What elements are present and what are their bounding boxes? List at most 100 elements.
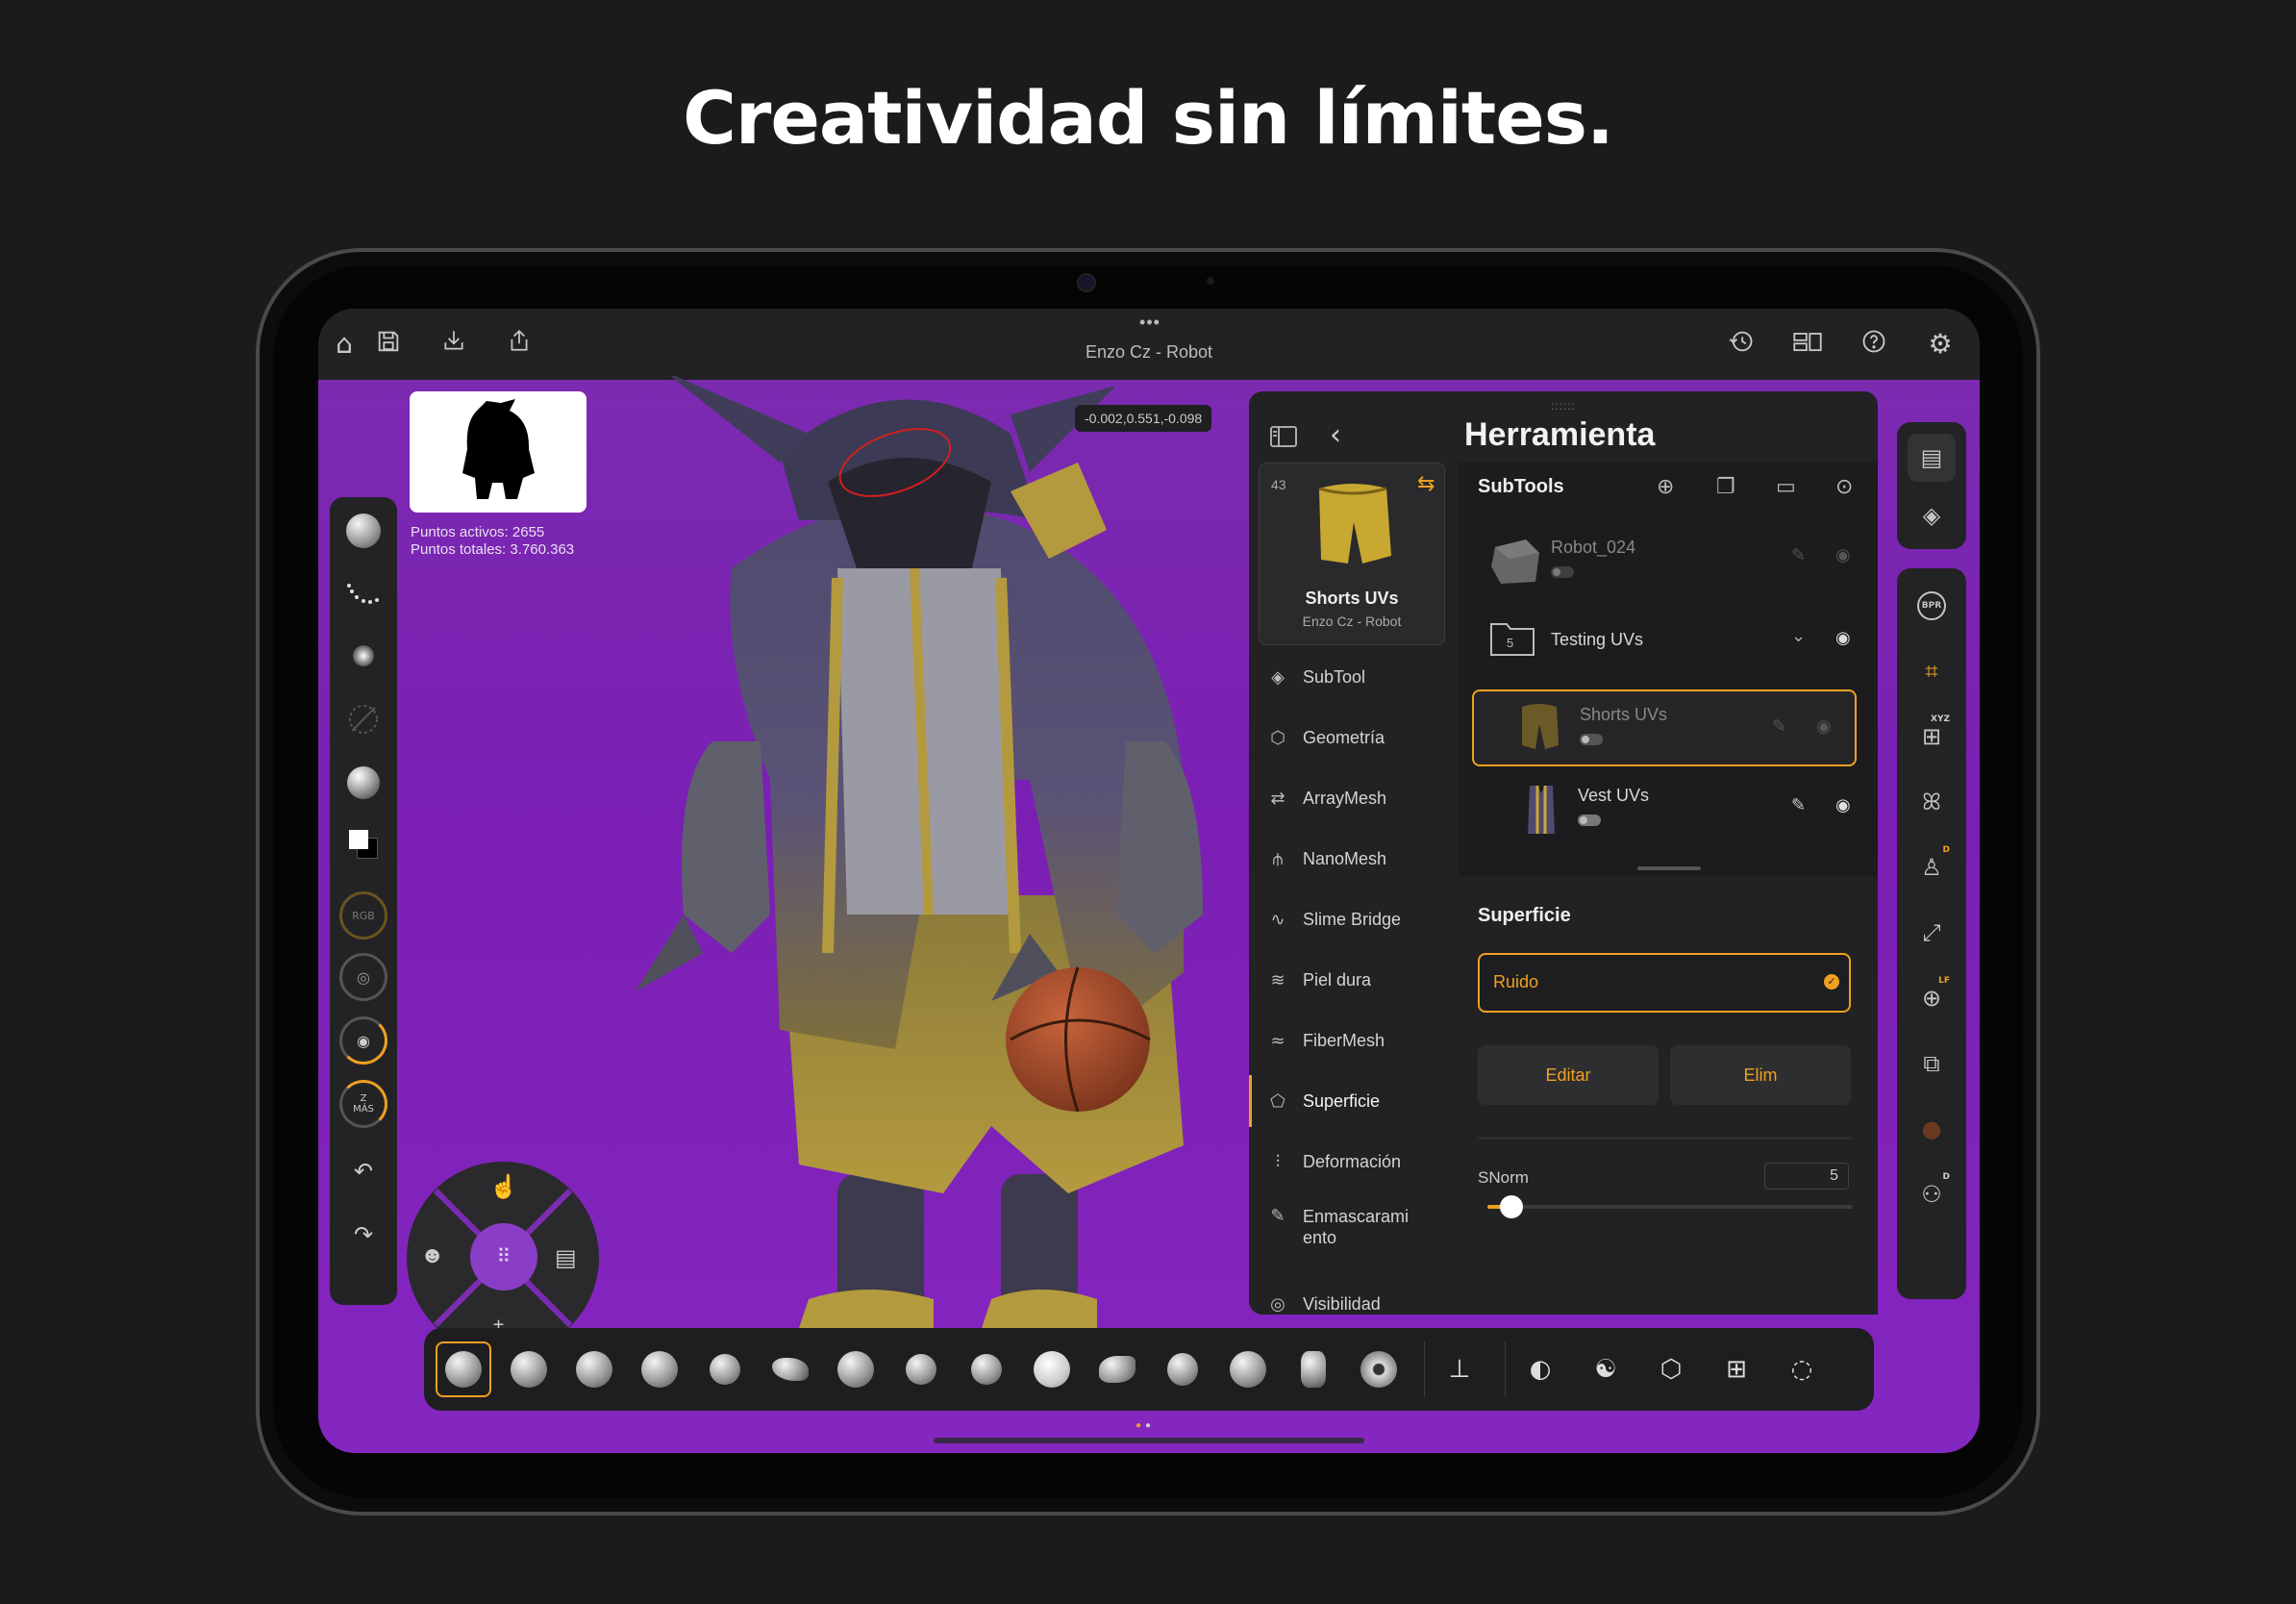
chevron-down-icon[interactable]: ⌄ [1791, 626, 1806, 646]
history-icon[interactable] [1725, 328, 1758, 361]
add-subtool-icon[interactable]: ⊕ [1657, 474, 1674, 499]
disabled-alpha-icon[interactable] [339, 695, 387, 743]
visibility-icon[interactable]: ◉ [1835, 795, 1851, 815]
subtool-folder-testing-uvs[interactable]: 5 Testing UVs ⌄ ◉ [1480, 607, 1862, 678]
nav-arraymesh[interactable]: ⇄ ArrayMesh [1249, 772, 1459, 824]
swap-icon[interactable]: ⇆ [1417, 471, 1435, 496]
delete-button[interactable]: Elim [1670, 1045, 1851, 1105]
folder-icon[interactable]: ▭ [1776, 474, 1796, 499]
front-sensor [1207, 277, 1214, 285]
slice-icon[interactable]: ⊞ [1709, 1341, 1764, 1397]
brush-hpolish[interactable] [1089, 1341, 1145, 1397]
home-indicator[interactable] [934, 1438, 1364, 1443]
nav-enmascaramiento[interactable]: ✎ Enmascarami ento [1249, 1196, 1459, 1264]
select-icon[interactable]: ☯ [1578, 1341, 1634, 1397]
cube-outline-icon[interactable]: ⬡ [1643, 1341, 1699, 1397]
subtool-toggle[interactable] [1580, 734, 1603, 745]
frame-expand-icon[interactable]: ⤢ [1908, 909, 1956, 957]
more-options-icon[interactable]: ⊙ [1835, 474, 1853, 499]
brush-trim-dynamic[interactable] [959, 1341, 1014, 1397]
edit-button[interactable]: Editar [1478, 1045, 1659, 1105]
layers-stack-icon[interactable]: ◈ [1908, 491, 1956, 539]
subtool-toggle[interactable] [1578, 815, 1601, 826]
clay-brush-icon[interactable] [339, 507, 387, 555]
color-swatch-icon[interactable] [339, 820, 387, 868]
nav-subtool[interactable]: ◈ SubTool [1249, 651, 1459, 703]
stroke-dots-icon[interactable] [339, 570, 387, 618]
zadd-icon[interactable]: Z MÁS [339, 1080, 387, 1128]
brush-move[interactable] [697, 1341, 753, 1397]
back-chevron-icon[interactable]: ‹ [1330, 418, 1341, 452]
brush-curl[interactable] [1351, 1341, 1407, 1397]
snorm-value-field[interactable]: 5 [1764, 1163, 1849, 1190]
brush-inflate[interactable] [632, 1341, 687, 1397]
brush-pin-icon[interactable]: ✎ [1791, 795, 1806, 815]
brush-flatten[interactable] [1024, 1341, 1080, 1397]
trim-circle-icon[interactable]: ◌ [1774, 1341, 1830, 1397]
noise-button[interactable]: Ruido ✓ [1478, 953, 1851, 1013]
duplicate-icon[interactable]: ❐ [1716, 474, 1735, 499]
brush-snake-hook[interactable] [762, 1341, 818, 1397]
nav-geometria[interactable]: ⬡ Geometría [1249, 712, 1459, 764]
brush-pinch[interactable] [893, 1341, 949, 1397]
draw-size-icon[interactable]: ◉ [339, 1016, 387, 1065]
subtool-row-robot-024[interactable]: Robot_024 ✎ ◉ [1480, 524, 1862, 595]
subtool-row-vest-uvs[interactable]: Vest UVs ✎ ◉ [1480, 774, 1862, 845]
panel-drag-handle[interactable]: :::::: [1249, 399, 1878, 413]
material-sphere-icon[interactable] [339, 759, 387, 807]
move-frame-icon[interactable]: ⌗ [1908, 647, 1956, 695]
radial-hub-grip-icon[interactable]: ⠿ [470, 1223, 537, 1291]
focal-icon[interactable]: ◎ [339, 953, 387, 1001]
brush-standard[interactable] [501, 1341, 557, 1397]
solo-icon[interactable]: ● [1908, 1105, 1956, 1153]
bpr-icon[interactable]: BPR [1908, 582, 1956, 630]
snorm-slider-knob[interactable] [1500, 1195, 1523, 1218]
xyz-grid-icon[interactable]: ⊞ XYZ [1908, 713, 1956, 761]
menu-card-icon[interactable]: ▤ [555, 1244, 577, 1272]
current-tool-card[interactable]: 43 ⇆ Shorts UVs Enzo Cz - Robot [1259, 463, 1445, 645]
visibility-icon[interactable]: ◉ [1816, 716, 1832, 737]
mask-circle-icon[interactable]: ◐ [1512, 1341, 1568, 1397]
help-icon[interactable] [1858, 328, 1890, 361]
masks-icon[interactable]: ☻ [420, 1242, 444, 1269]
brush-smooth[interactable] [828, 1341, 884, 1397]
nav-fibermesh[interactable]: ≈ FiberMesh [1249, 1015, 1459, 1066]
brush-hatch[interactable] [1285, 1341, 1341, 1397]
polyframe-icon[interactable]: ⚇ D [1908, 1170, 1956, 1218]
robot-model[interactable] [491, 376, 1280, 1338]
navigator-thumbnail[interactable] [410, 391, 586, 513]
redo-icon[interactable]: ↷ [339, 1211, 387, 1259]
brush-polish[interactable] [1220, 1341, 1276, 1397]
layout-icon[interactable] [1791, 328, 1824, 361]
visibility-icon[interactable]: ◉ [1835, 545, 1851, 565]
resize-handle[interactable] [1637, 866, 1701, 870]
sidebar-toggle-icon[interactable] [1270, 426, 1303, 451]
subtool-toggle[interactable] [1551, 566, 1574, 578]
alpha-icon[interactable] [339, 632, 387, 680]
perspective-icon[interactable]: ⊕ LF [1908, 974, 1956, 1022]
brush-pin-icon[interactable]: ✎ [1791, 545, 1806, 565]
rgb-icon[interactable]: RGB [339, 891, 387, 940]
nav-superficie[interactable]: ⬠ Superficie [1249, 1075, 1459, 1127]
nav-piel-dura[interactable]: ≋ Piel dura [1249, 954, 1459, 1006]
visibility-icon[interactable]: ◉ [1835, 628, 1851, 648]
settings-icon[interactable]: ⚙ [1924, 328, 1957, 361]
nav-nanomesh[interactable]: ⫛ NanoMesh [1249, 833, 1459, 885]
brush-clay-buildup[interactable] [436, 1341, 491, 1397]
more-dots[interactable]: ••• [1136, 313, 1164, 333]
nav-deformacion[interactable]: ⫶ Deformación [1249, 1136, 1459, 1188]
nav-slime-bridge[interactable]: ∿ Slime Bridge [1249, 893, 1459, 945]
undo-icon[interactable]: ↶ [339, 1147, 387, 1195]
dynamic-icon[interactable]: ♙ D [1908, 843, 1956, 891]
brush-dam-standard[interactable] [566, 1341, 622, 1397]
tool-list-icon[interactable]: ▤ [1908, 434, 1956, 482]
snorm-slider[interactable] [1487, 1195, 1853, 1218]
brush-clay-tubes[interactable] [1155, 1341, 1210, 1397]
gizmo-icon[interactable]: ⊥ [1432, 1341, 1487, 1397]
symmetry-butterfly-icon[interactable]: ꕤ [1908, 778, 1956, 826]
brush-pin-icon[interactable]: ✎ [1772, 716, 1786, 737]
nav-visibilidad[interactable]: ◎ Visibilidad [1249, 1266, 1459, 1315]
touch-hand-icon[interactable]: ☝ [489, 1173, 518, 1201]
transp-icon[interactable]: ⧉ [1908, 1040, 1956, 1088]
subtool-row-shorts-uvs[interactable]: Shorts UVs ✎ ◉ [1472, 689, 1857, 766]
